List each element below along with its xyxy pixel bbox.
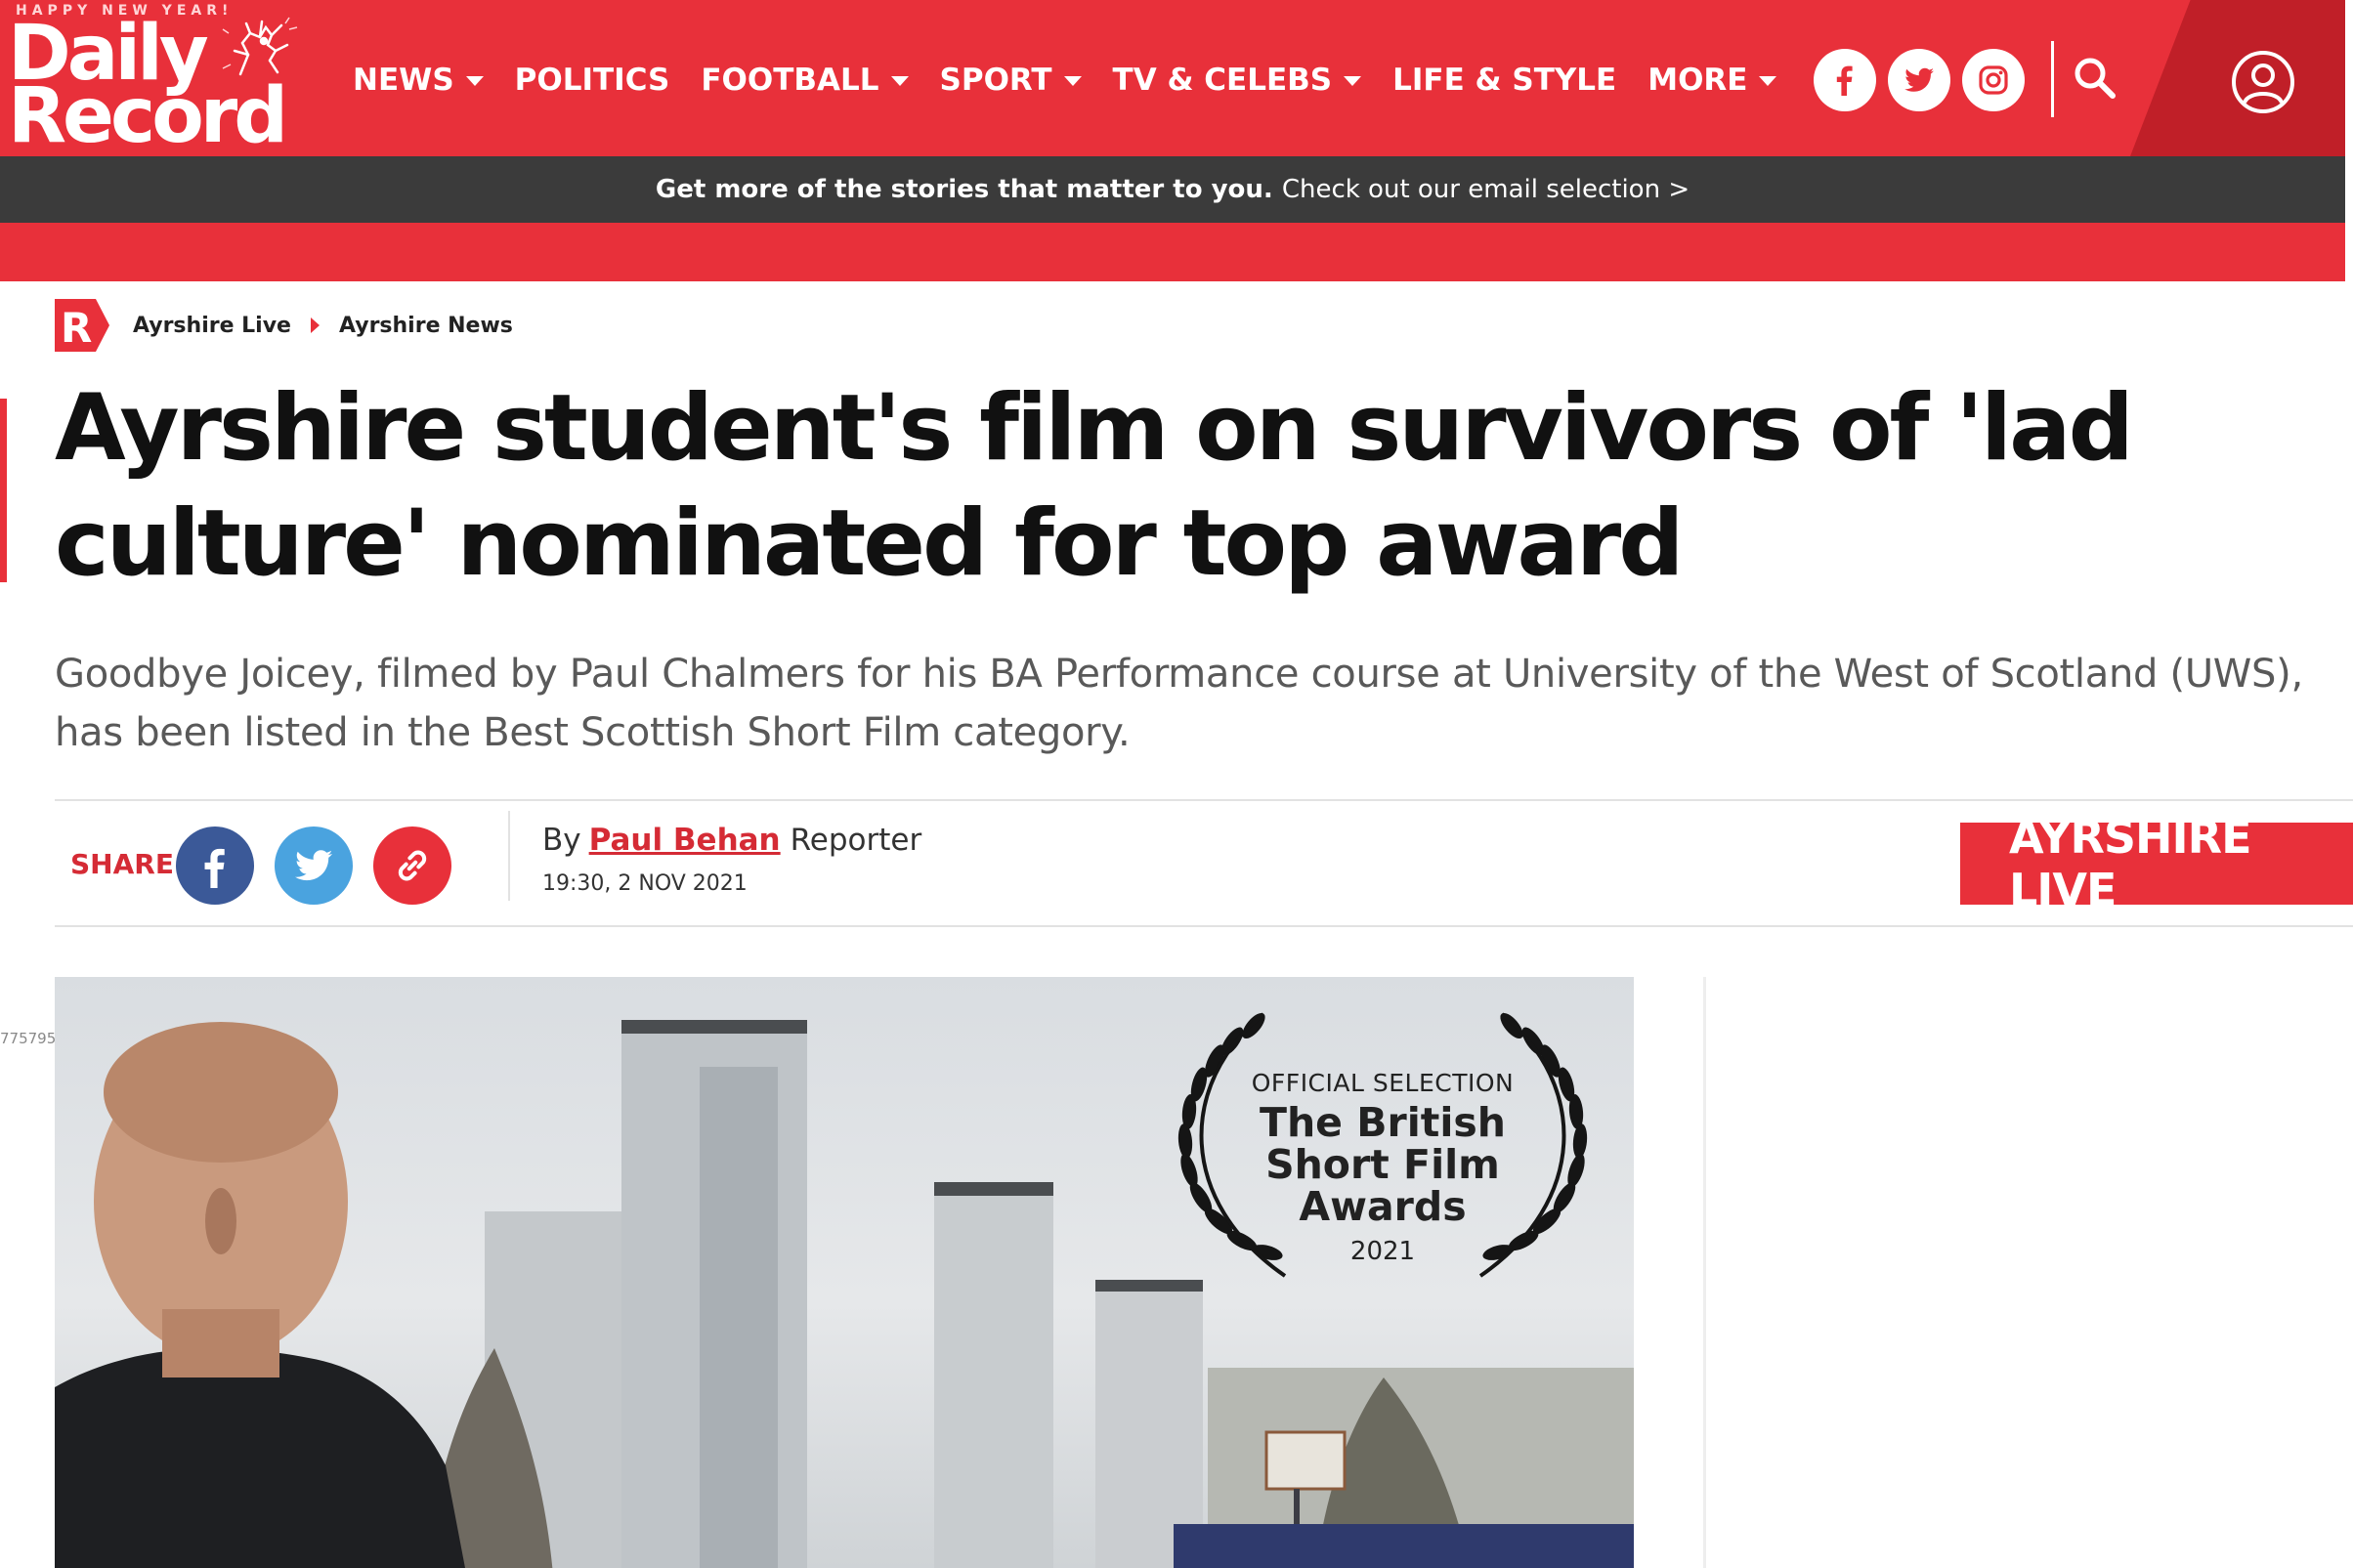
header-twitter-link[interactable]	[1888, 49, 1950, 111]
award-title-line: The British	[1259, 1099, 1506, 1146]
author-role: Reporter	[790, 823, 922, 858]
nav-item-label: TV & CELEBS	[1112, 63, 1333, 98]
article-timestamp: 19:30, 2 NOV 2021	[542, 871, 748, 896]
header-red-strip	[0, 223, 2345, 281]
award-official-selection: OFFICIAL SELECTION	[1251, 1069, 1515, 1097]
breadcrumb-item-ayrshire-news[interactable]: Ayrshire News	[339, 314, 513, 338]
article-standfirst: Goodbye Joicey, filmed by Paul Chalmers …	[55, 652, 2303, 755]
nav-item-label: NEWS	[353, 63, 454, 98]
chevron-down-icon	[465, 76, 484, 86]
nav-item-label: LIFE & STYLE	[1392, 63, 1617, 98]
chevron-down-icon	[1063, 76, 1082, 86]
nav-item-label: POLITICS	[514, 63, 670, 98]
share-copy-link-button[interactable]	[373, 826, 451, 905]
account-icon[interactable]	[2230, 49, 2296, 115]
lion-crest-icon	[222, 17, 298, 76]
instagram-icon	[1979, 65, 2008, 95]
live-brand-logo-icon[interactable]: R	[55, 299, 109, 352]
nav-item-label: FOOTBALL	[701, 63, 879, 98]
header-facebook-link[interactable]	[1814, 49, 1876, 111]
share-twitter-button[interactable]	[275, 826, 353, 905]
nav-item-label: MORE	[1647, 63, 1748, 98]
site-logo[interactable]: HAPPY NEW YEAR! Daily Record	[6, 2, 319, 154]
nav-item-news[interactable]: NEWS	[353, 63, 484, 98]
link-icon	[398, 850, 427, 881]
nav-item-tv-celebs[interactable]: TV & CELEBS	[1113, 63, 1362, 98]
nav-item-politics[interactable]: POLITICS	[515, 63, 670, 98]
chevron-down-icon	[1344, 76, 1362, 86]
promo-bold-text: Get more of the stories that matter to y…	[655, 175, 1273, 204]
svg-text:R: R	[61, 304, 92, 352]
header-divider	[2051, 41, 2054, 117]
award-title-line: Awards	[1299, 1183, 1467, 1230]
share-label: SHARE	[70, 848, 174, 880]
nav-item-more[interactable]: MORE	[1647, 63, 1777, 98]
breadcrumb-chevron-icon	[310, 318, 320, 333]
chevron-down-icon	[1759, 76, 1777, 86]
site-header: HAPPY NEW YEAR! Daily Record NEWS POLITI…	[0, 0, 2345, 156]
award-title-line: Short Film	[1265, 1141, 1500, 1188]
award-laurel-badge: OFFICIAL SELECTION The British Short Fil…	[1138, 1006, 1627, 1329]
byline-top-divider	[55, 799, 2353, 801]
twitter-icon	[294, 850, 333, 881]
header-instagram-link[interactable]	[1962, 49, 2025, 111]
logo-word-record: Record	[8, 72, 288, 156]
headline-accent-bar	[0, 399, 7, 582]
chevron-down-icon	[890, 76, 909, 86]
section-badge[interactable]: AYRSHIRE LIVE	[1960, 811, 2353, 916]
breadcrumb-item-ayrshire-live[interactable]: Ayrshire Live	[133, 314, 291, 338]
facebook-icon	[1836, 65, 1853, 96]
byline-divider	[508, 811, 510, 901]
breadcrumb: R Ayrshire Live Ayrshire News	[55, 299, 513, 352]
search-icon[interactable]	[2072, 55, 2118, 102]
facebook-icon	[204, 848, 225, 888]
share-facebook-button[interactable]	[176, 826, 254, 905]
byline-bottom-divider	[55, 925, 2353, 927]
nav-item-label: SPORT	[939, 63, 1052, 98]
nav-item-football[interactable]: FOOTBALL	[701, 63, 909, 98]
award-year: 2021	[1349, 1237, 1416, 1266]
byline-prefix: By	[542, 823, 581, 858]
twitter-icon	[1904, 67, 1934, 92]
article-headline: Ayrshire student's film on survivors of …	[55, 375, 2134, 597]
email-selection-link[interactable]: Check out our email selection >	[1282, 175, 1690, 204]
email-promo-bar: Get more of the stories that matter to y…	[0, 156, 2345, 223]
byline: By Paul Behan Reporter	[542, 823, 921, 858]
author-link[interactable]: Paul Behan	[589, 823, 781, 858]
nav-item-sport[interactable]: SPORT	[940, 63, 1082, 98]
image-side-caption: 775795	[0, 1030, 57, 1047]
award-title: The British Short Film Awards	[1138, 1102, 1627, 1228]
main-nav: NEWS POLITICS FOOTBALL SPORT TV & CELEBS…	[353, 63, 1808, 98]
nav-item-life-style[interactable]: LIFE & STYLE	[1392, 63, 1616, 98]
hero-side-divider	[1703, 977, 1706, 1568]
